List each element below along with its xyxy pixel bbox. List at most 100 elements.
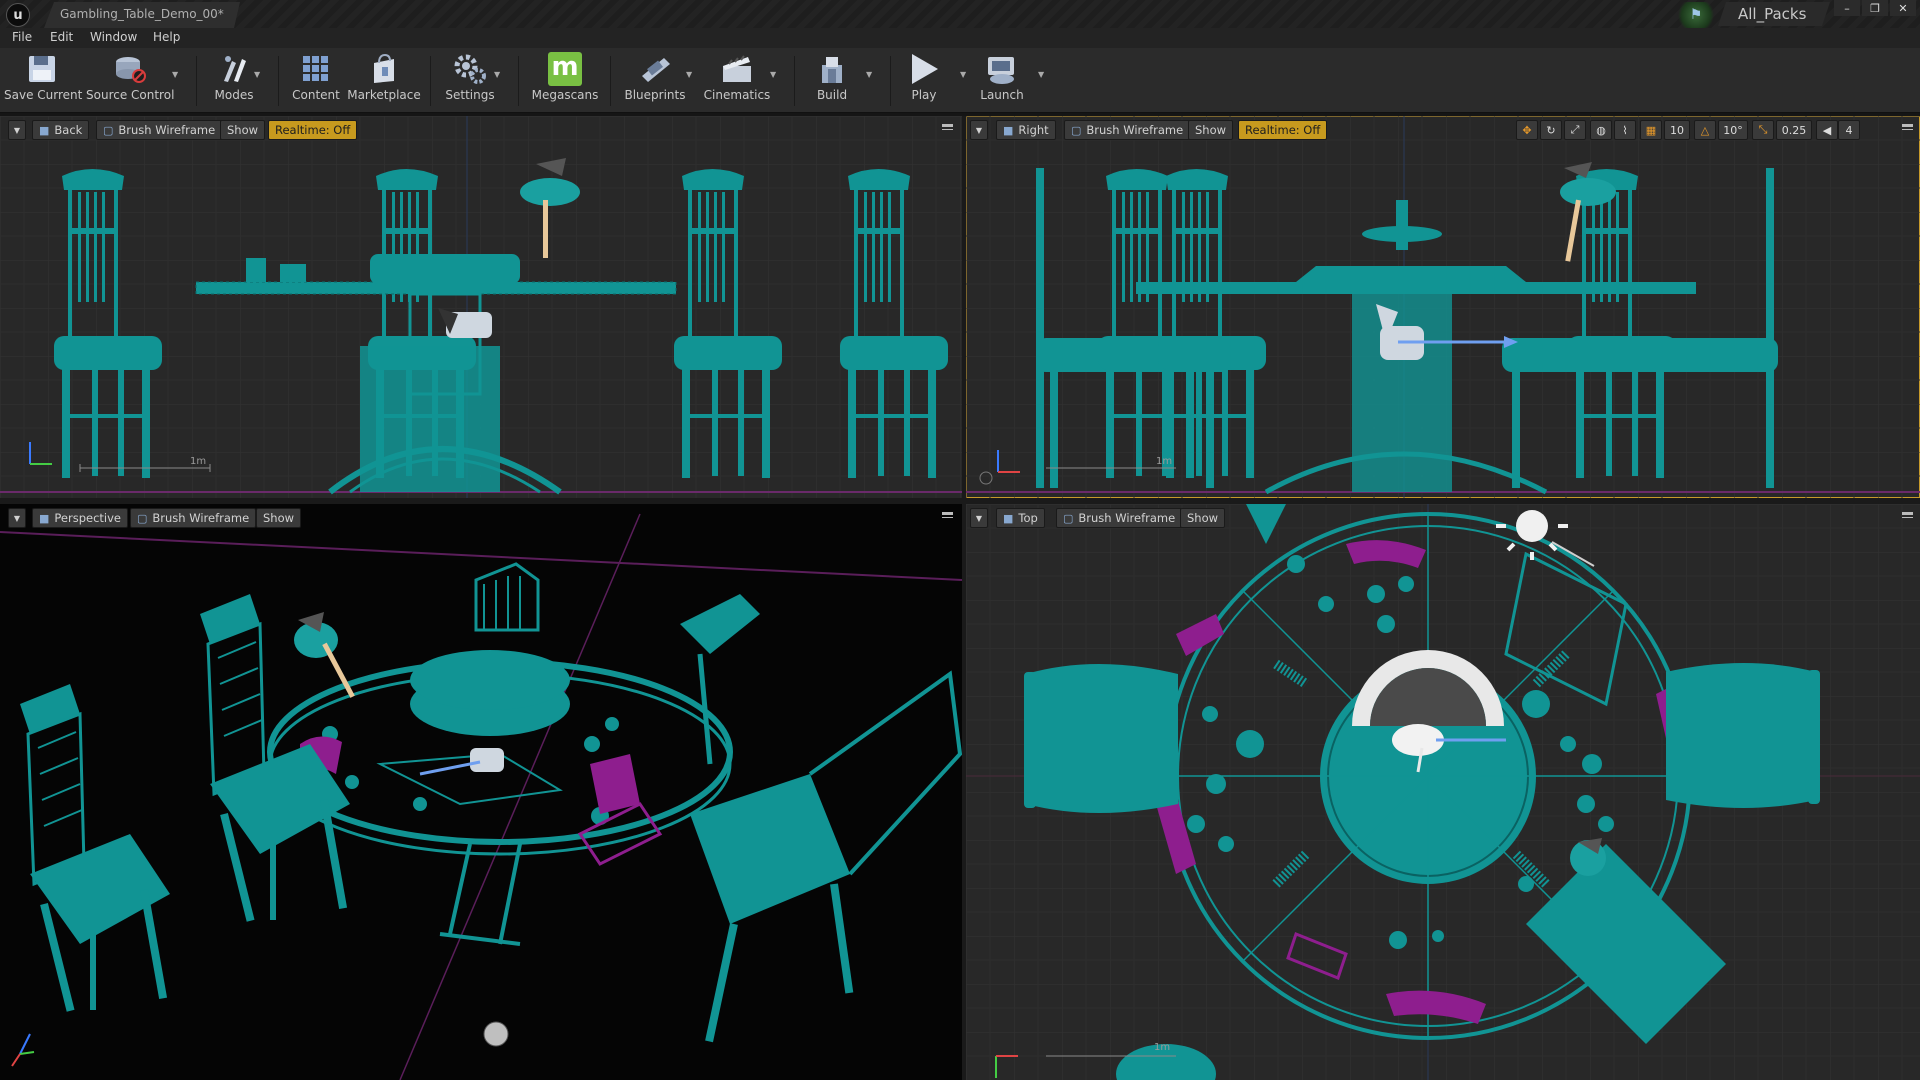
blueprints-dropdown-icon[interactable]: ▼ (686, 70, 692, 79)
rotation-snap-value[interactable]: 10° (1718, 120, 1748, 140)
blueprints-label: Blueprints (624, 88, 686, 102)
play-button[interactable]: Play (896, 50, 952, 110)
view-type-button[interactable]: ■ Back (32, 120, 90, 140)
modes-button[interactable]: Modes (206, 50, 262, 110)
realtime-toggle[interactable]: Realtime: Off (268, 120, 358, 140)
source-control-icon (111, 50, 149, 88)
view-mode-label: Brush Wireframe (118, 123, 216, 137)
rotation-snap-icon[interactable]: △ (1694, 120, 1716, 140)
grid-snap-value[interactable]: 10 (1664, 120, 1690, 140)
cinematics-dropdown-icon[interactable]: ▼ (770, 70, 776, 79)
viewport-toolbar: ▼ ■ Perspective ▢ Brush Wireframe Show (0, 504, 962, 530)
toolbar-separator (610, 56, 611, 106)
viewport-options-button[interactable]: ▼ (8, 508, 26, 528)
view-type-button[interactable]: ■ Perspective (32, 508, 129, 528)
translate-tool-icon[interactable]: ✥ (1516, 120, 1538, 140)
view-mode-label: Brush Wireframe (1086, 123, 1184, 137)
launch-label: Launch (980, 88, 1024, 102)
project-badge-icon[interactable]: ⚑ (1676, 2, 1716, 28)
title-bar: u Gambling_Table_Demo_00* ⚑ All_Packs – … (0, 0, 1920, 28)
player-start-icon[interactable] (419, 748, 504, 776)
source-control-button[interactable]: Source Control (86, 50, 174, 110)
view-type-label: Top (1018, 511, 1038, 525)
view-mode-button[interactable]: ▢ Brush Wireframe (1056, 508, 1183, 528)
horizontal-splitter[interactable] (0, 498, 1920, 504)
cinematics-button[interactable]: Cinematics (700, 50, 774, 110)
view-mode-label: Brush Wireframe (1078, 511, 1176, 525)
modes-dropdown-icon[interactable]: ▼ (254, 70, 260, 79)
view-type-button[interactable]: ■ Top (996, 508, 1045, 528)
sphere-reflection-icon[interactable] (483, 1021, 509, 1047)
viewport-options-button[interactable]: ▼ (8, 120, 26, 140)
menu-bar: File Edit Window Help (0, 28, 1920, 48)
menu-file[interactable]: File (12, 30, 32, 44)
document-tab[interactable]: Gambling_Table_Demo_00* (44, 2, 240, 28)
camera-speed-icon[interactable]: ◀ (1816, 120, 1838, 140)
world-local-icon[interactable]: ◍ (1590, 120, 1612, 140)
content-button[interactable]: Content (288, 50, 344, 110)
toolbar-separator (430, 56, 431, 106)
realtime-toggle[interactable]: Realtime: Off (1238, 120, 1328, 140)
scale-label: 1m (190, 456, 207, 467)
camera-icon: ■ (39, 511, 50, 525)
settings-button[interactable]: Settings (438, 50, 502, 110)
scale-snap-value[interactable]: 0.25 (1776, 120, 1812, 140)
launch-button[interactable]: Launch (974, 50, 1030, 110)
marketplace-button[interactable]: Marketplace (346, 50, 422, 110)
scale-label: 1m (1156, 456, 1173, 467)
back-view-scene[interactable] (0, 116, 962, 498)
toolbar-separator (278, 56, 279, 106)
show-button[interactable]: Show (220, 120, 266, 140)
view-mode-button[interactable]: ▢ Brush Wireframe (1064, 120, 1191, 140)
build-dropdown-icon[interactable]: ▼ (866, 70, 872, 79)
menu-edit[interactable]: Edit (50, 30, 73, 44)
close-button[interactable]: ✕ (1890, 0, 1916, 16)
menu-help[interactable]: Help (153, 30, 180, 44)
restore-button[interactable]: ❐ (1862, 0, 1888, 16)
maximize-viewport-icon[interactable] (1902, 512, 1913, 518)
show-button[interactable]: Show (256, 508, 302, 528)
wireframe-icon: ▢ (1063, 511, 1074, 525)
show-button[interactable]: Show (1188, 120, 1234, 140)
scale-snap-icon[interactable]: ⤡ (1752, 120, 1774, 140)
play-icon (905, 50, 943, 88)
viewport-options-button[interactable]: ▼ (970, 508, 988, 528)
view-mode-button[interactable]: ▢ Brush Wireframe (130, 508, 257, 528)
maximize-viewport-icon[interactable] (942, 124, 953, 130)
top-view-scene[interactable] (966, 504, 1920, 1080)
right-view-scene[interactable] (966, 116, 1920, 498)
launch-dropdown-icon[interactable]: ▼ (1038, 70, 1044, 79)
surface-snap-icon[interactable]: ⌇ (1614, 120, 1636, 140)
view-type-label: Perspective (54, 511, 122, 525)
viewport-back[interactable]: 1m ▼ ■ Back ▢ Brush Wireframe Show Realtim… (0, 116, 962, 498)
scale-tool-icon[interactable]: ⤢ (1564, 120, 1586, 140)
megascans-button[interactable]: m Megascans (528, 50, 602, 110)
grid-snap-icon[interactable]: ▦ (1640, 120, 1662, 140)
viewport-top[interactable]: 1m ▼ ■ Top ▢ Brush Wireframe Show (966, 504, 1920, 1080)
menu-window[interactable]: Window (90, 30, 137, 44)
show-button[interactable]: Show (1180, 508, 1226, 528)
unreal-logo-icon[interactable]: u (6, 3, 30, 27)
viewport-options-button[interactable]: ▼ (970, 120, 988, 140)
vertical-splitter[interactable] (962, 116, 966, 1080)
save-current-button[interactable]: Save Current (4, 50, 82, 110)
view-type-button[interactable]: ■ Right (996, 120, 1056, 140)
camera-icon: ■ (1003, 123, 1014, 137)
viewport-right[interactable]: 1m ▼ ■ Right ▢ Brush Wireframe Show Realti… (966, 116, 1920, 498)
viewport-perspective[interactable]: ▼ ■ Perspective ▢ Brush Wireframe Show (0, 504, 962, 1080)
maximize-viewport-icon[interactable] (942, 512, 953, 518)
play-dropdown-icon[interactable]: ▼ (960, 70, 966, 79)
view-mode-button[interactable]: ▢ Brush Wireframe (96, 120, 223, 140)
maximize-viewport-icon[interactable] (1902, 124, 1913, 130)
camera-speed-value[interactable]: 4 (1838, 120, 1860, 140)
minimize-button[interactable]: – (1834, 0, 1860, 16)
rotate-tool-icon[interactable]: ↻ (1540, 120, 1562, 140)
blueprints-button[interactable]: Blueprints (620, 50, 690, 110)
settings-label: Settings (445, 88, 495, 102)
source-control-dropdown-icon[interactable]: ▼ (172, 70, 178, 79)
perspective-view-scene[interactable] (0, 504, 962, 1080)
settings-dropdown-icon[interactable]: ▼ (494, 70, 500, 79)
realtime-label: Realtime: Off (275, 123, 351, 137)
build-button[interactable]: Build (804, 50, 860, 110)
spot-light-actor-icon[interactable] (294, 612, 355, 698)
